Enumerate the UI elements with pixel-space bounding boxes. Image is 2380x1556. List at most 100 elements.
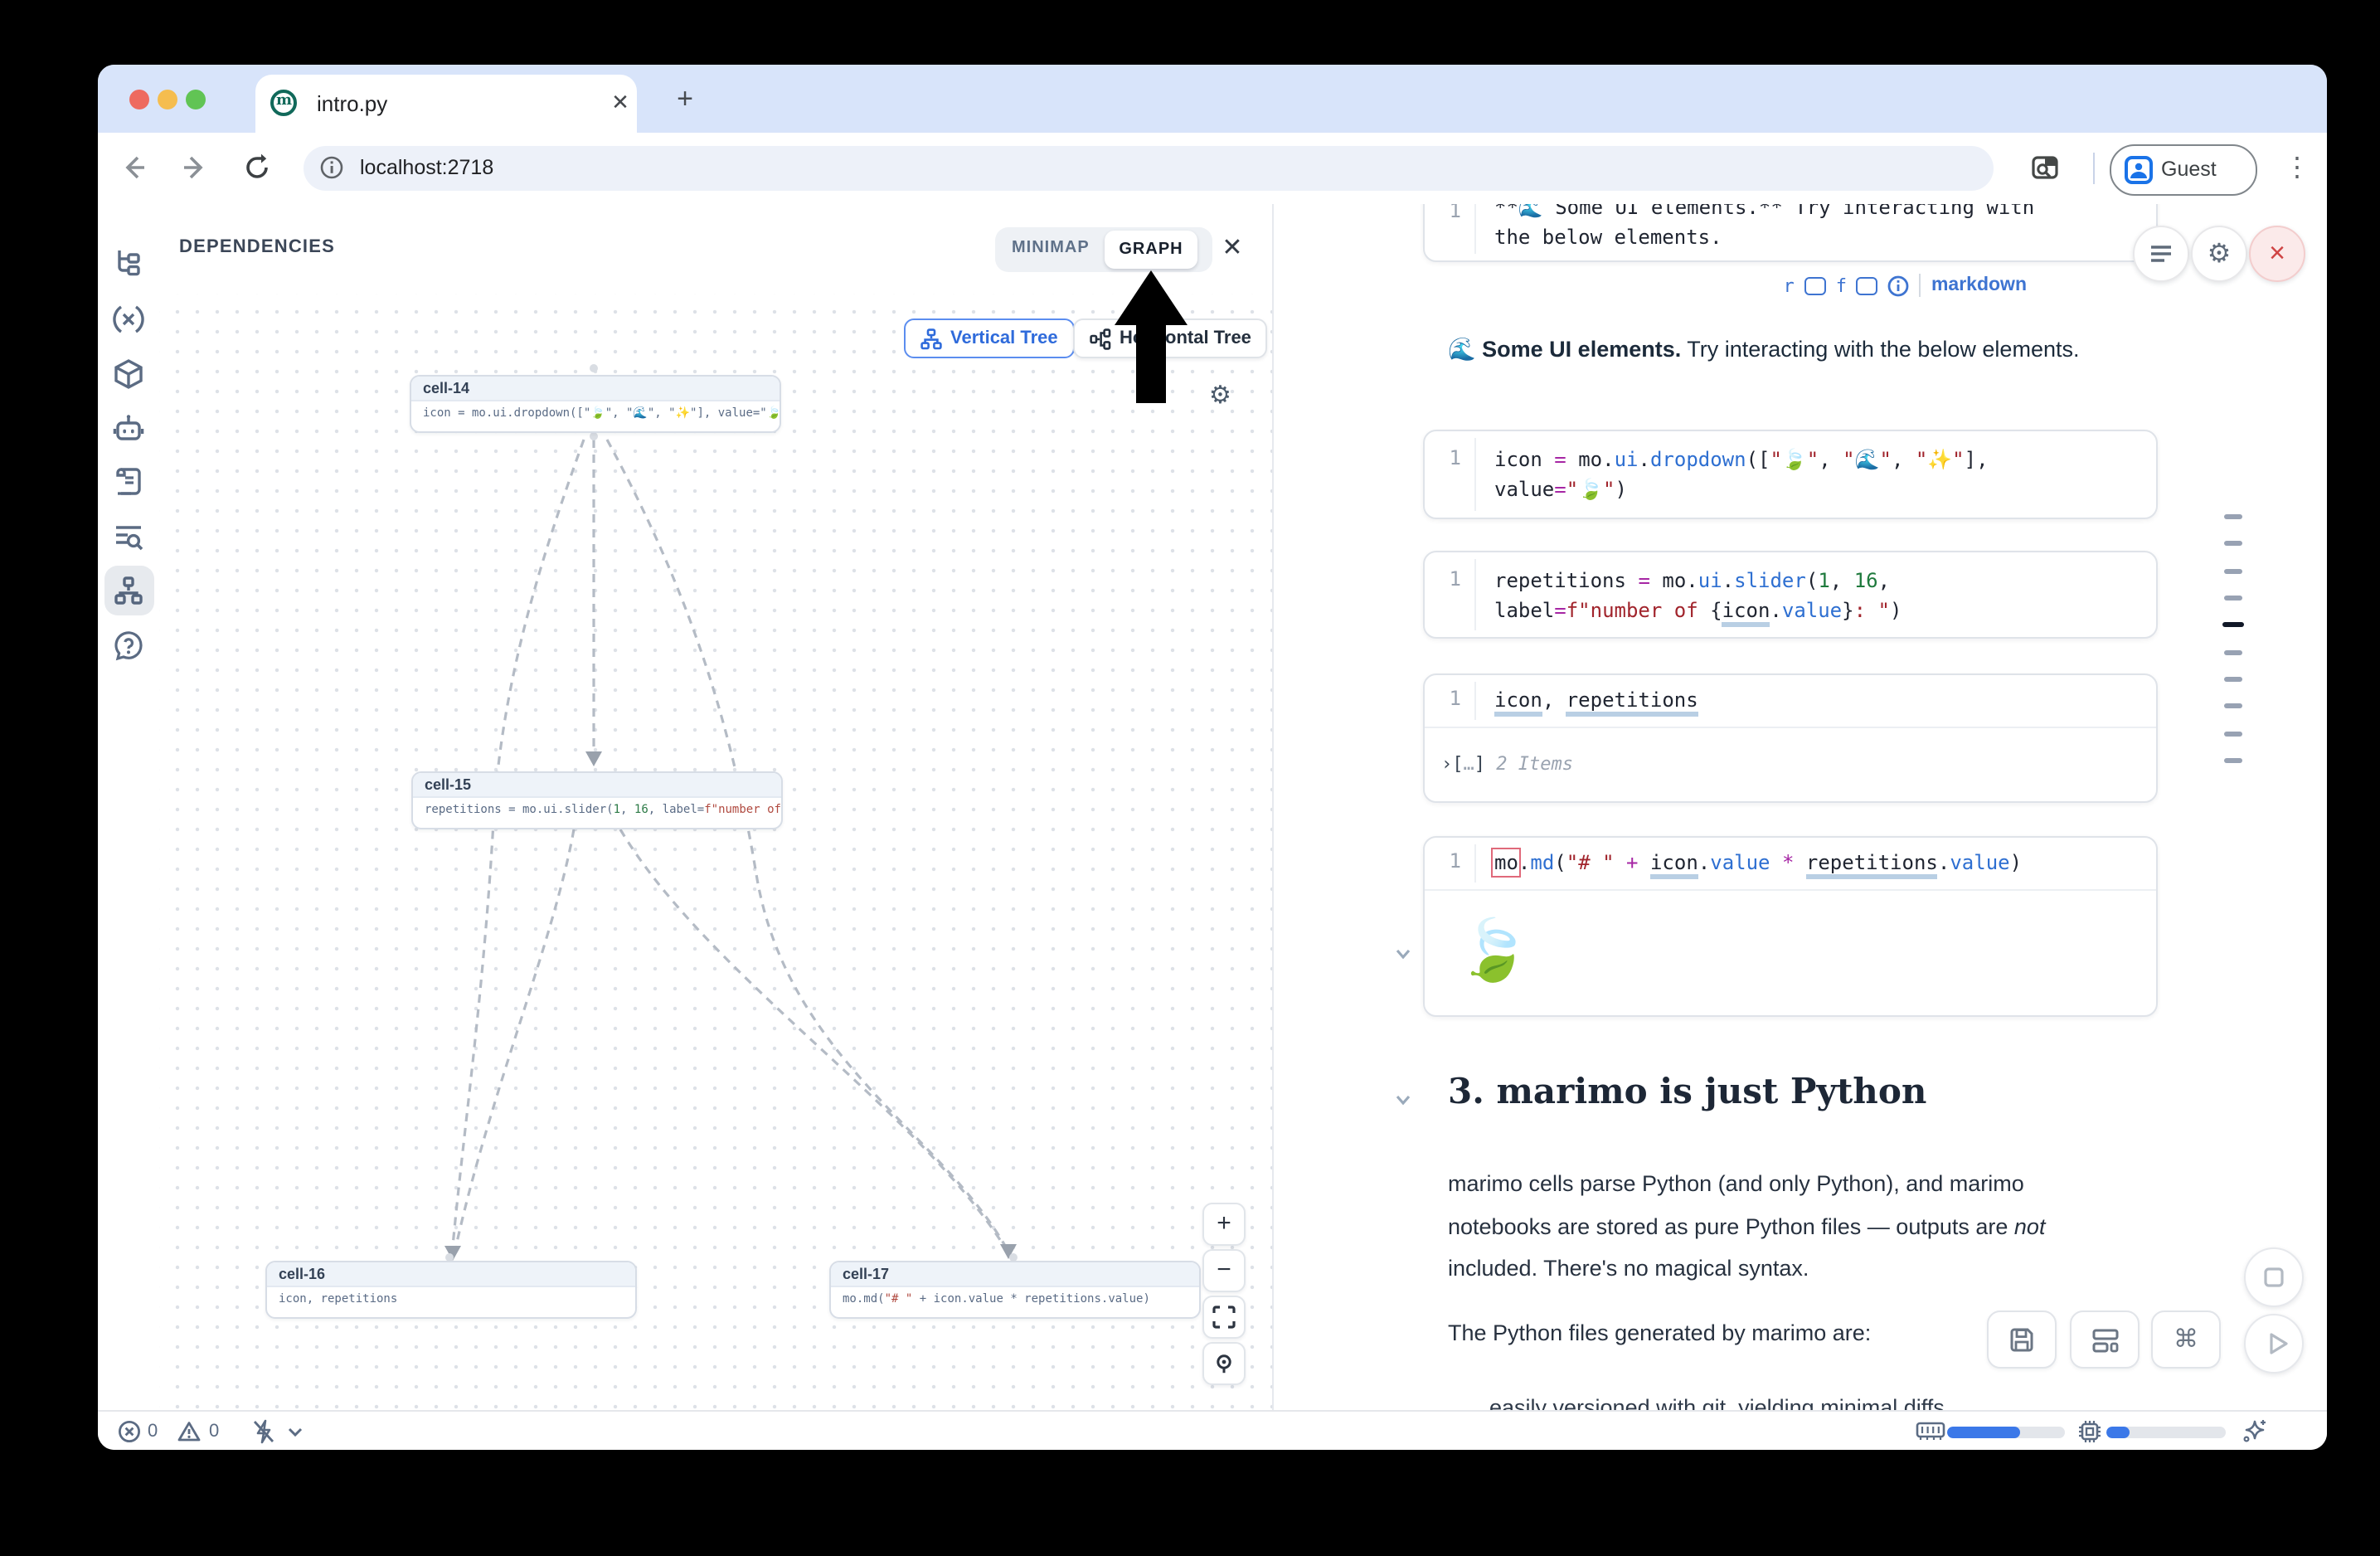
graph-settings-icon[interactable]: ⚙ (1209, 380, 1231, 410)
cell-marker[interactable] (2224, 650, 2242, 654)
logs-search-icon[interactable] (111, 519, 146, 554)
ai-assistant-icon[interactable] (111, 411, 146, 446)
section-heading: 3. marimo is just Python (1448, 1070, 1926, 1111)
cell-marker[interactable] (2224, 758, 2242, 762)
traffic-close-button[interactable] (129, 90, 149, 109)
shutdown-button[interactable]: × (2249, 226, 2305, 282)
tab-title: intro.py (317, 91, 387, 116)
traffic-minimize-button[interactable] (158, 90, 177, 109)
section-collapse-chevron-icon[interactable] (1393, 1090, 1413, 1110)
warnings-icon[interactable] (177, 1420, 201, 1443)
cell-code[interactable]: mo.md("# " + icon.value * repetitions.va… (1494, 849, 2022, 878)
marimo-favicon-icon: m (270, 90, 297, 116)
new-tab-button[interactable]: + (668, 83, 702, 116)
browser-menu-icon[interactable]: ⋮ (2284, 151, 2310, 184)
tab-close-icon[interactable]: ✕ (607, 90, 634, 116)
zoom-in-button[interactable]: + (1202, 1203, 1246, 1246)
interrupt-button[interactable] (2244, 1247, 2304, 1307)
status-bar: 0 0 (98, 1410, 2327, 1450)
cell-marker[interactable] (2224, 732, 2242, 736)
cell-code[interactable]: **🌊 Some UI elements.** Try interacting … (1494, 204, 2034, 252)
close-panel-icon[interactable]: ✕ (1217, 234, 1247, 264)
cell-marker-active[interactable] (2222, 622, 2244, 627)
cell-code[interactable]: repetitions = mo.ui.slider(1, 16, label=… (1494, 567, 1902, 625)
info-icon[interactable] (1888, 275, 1910, 296)
code-cell-tuple[interactable]: 1 icon, repetitions ›[…] 2 Items (1423, 673, 2158, 803)
gutter-divider (1474, 204, 1476, 254)
graph-canvas[interactable]: Vertical Tree Horizontal Tree ⚙ cell-14 … (159, 294, 1272, 1410)
snippets-icon[interactable] (111, 464, 146, 499)
browser-toolbar: localhost:2718 Guest ⋮ (98, 133, 2327, 206)
graph-node-cell-14[interactable]: cell-14 icon = mo.ui.dropdown(["🍃", "🌊",… (410, 375, 781, 433)
code-cell-momd[interactable]: 1 mo.md("# " + icon.value * repetitions.… (1423, 836, 2158, 1017)
autorun-disabled-icon[interactable] (250, 1418, 277, 1445)
guest-avatar-icon (2125, 156, 2153, 184)
gutter-divider (1474, 559, 1476, 630)
toggle-r-checkbox[interactable] (1804, 276, 1826, 294)
forward-icon[interactable] (179, 153, 209, 182)
shortcuts-button[interactable]: ⌘ (2151, 1310, 2221, 1369)
fit-view-button[interactable] (1202, 1296, 1246, 1339)
url-bar[interactable]: localhost:2718 (304, 146, 1994, 191)
horizontal-tree-button[interactable]: Horizontal Tree (1073, 318, 1268, 358)
dependency-graph-icon[interactable] (111, 574, 146, 609)
variables-icon[interactable] (111, 302, 146, 337)
url-text: localhost:2718 (360, 156, 493, 179)
dependencies-panel: DEPENDENCIES MINIMAP GRAPH ✕ (159, 204, 1272, 1410)
notebook-settings-button[interactable]: ⚙ (2191, 226, 2247, 282)
tab-search-icon[interactable] (2030, 153, 2060, 182)
line-number: 1 (1425, 687, 1461, 710)
packages-icon[interactable] (111, 357, 146, 391)
line-number: 1 (1425, 567, 1461, 591)
cell-marker[interactable] (2224, 514, 2242, 518)
browser-tab[interactable]: m intro.py ✕ (255, 75, 637, 133)
bracket-open: [ (1452, 753, 1463, 775)
cell-marker[interactable] (2224, 569, 2242, 573)
markdown-toggle[interactable]: markdown (1931, 275, 2027, 295)
tab-minimap[interactable]: MINIMAP (1012, 239, 1090, 257)
help-icon[interactable] (111, 629, 146, 664)
tab-graph[interactable]: GRAPH (1105, 231, 1197, 269)
notebook-menu-button[interactable] (2133, 226, 2189, 282)
collapse-chevron-icon[interactable] (1393, 944, 1413, 964)
zoom-out-button[interactable]: − (1202, 1249, 1246, 1292)
chevron-down-icon[interactable] (287, 1427, 304, 1438)
cell-marker[interactable] (2224, 541, 2242, 545)
horizontal-tree-icon (1090, 328, 1111, 349)
reload-icon[interactable] (242, 153, 272, 182)
vertical-tree-button[interactable]: Vertical Tree (904, 318, 1075, 358)
line-number: 1 (1425, 446, 1461, 469)
center-node-button[interactable] (1202, 1342, 1246, 1385)
expand-chevron[interactable]: › (1441, 753, 1452, 775)
node-title: cell-17 (831, 1262, 1199, 1287)
cpu-usage-meter (2106, 1427, 2226, 1438)
cell-marker[interactable] (2224, 596, 2242, 600)
traffic-zoom-button[interactable] (186, 90, 206, 109)
graph-node-cell-17[interactable]: cell-17 mo.md("# " + icon.value * repeti… (829, 1261, 1201, 1319)
save-button[interactable] (1987, 1310, 2057, 1369)
code-cell-slider[interactable]: 1 repetitions = mo.ui.slider(1, 16, labe… (1423, 551, 2158, 639)
run-all-button[interactable] (2244, 1314, 2304, 1374)
markdown-source-cell[interactable]: 1 **🌊 Some UI elements.** Try interactin… (1423, 204, 2158, 262)
items-count: 2 Items (1496, 753, 1573, 775)
cell-marker[interactable] (2224, 703, 2242, 707)
graph-node-cell-15[interactable]: cell-15 repetitions = mo.ui.slider(1, 16… (411, 771, 783, 829)
file-tree-icon[interactable] (111, 246, 146, 280)
cell-code[interactable]: icon = mo.ui.dropdown(["🍃", "🌊", "✨"], v… (1494, 446, 1989, 504)
shortcut-f-label: f (1836, 275, 1847, 296)
para-italic-word: not (2014, 1213, 2046, 1238)
browser-tabstrip: m intro.py ✕ + (98, 65, 2327, 133)
layout-toggle-button[interactable] (2070, 1310, 2140, 1369)
graph-node-cell-16[interactable]: cell-16 icon, repetitions (265, 1261, 637, 1319)
cell-marker[interactable] (2224, 677, 2242, 681)
profile-button[interactable]: Guest (2110, 144, 2257, 196)
back-icon[interactable] (119, 153, 149, 182)
ai-sparkle-icon[interactable] (2241, 1418, 2267, 1445)
toggle-f-checkbox[interactable] (1857, 276, 1878, 294)
line-number: 1 (1425, 204, 1461, 222)
code-cell-dropdown[interactable]: 1 icon = mo.ui.dropdown(["🍃", "🌊", "✨"],… (1423, 430, 2158, 519)
cell-code[interactable]: icon, repetitions (1494, 687, 1698, 716)
node-code: icon, repetitions (267, 1287, 635, 1306)
site-info-icon[interactable] (320, 156, 343, 179)
errors-icon[interactable] (118, 1420, 141, 1443)
